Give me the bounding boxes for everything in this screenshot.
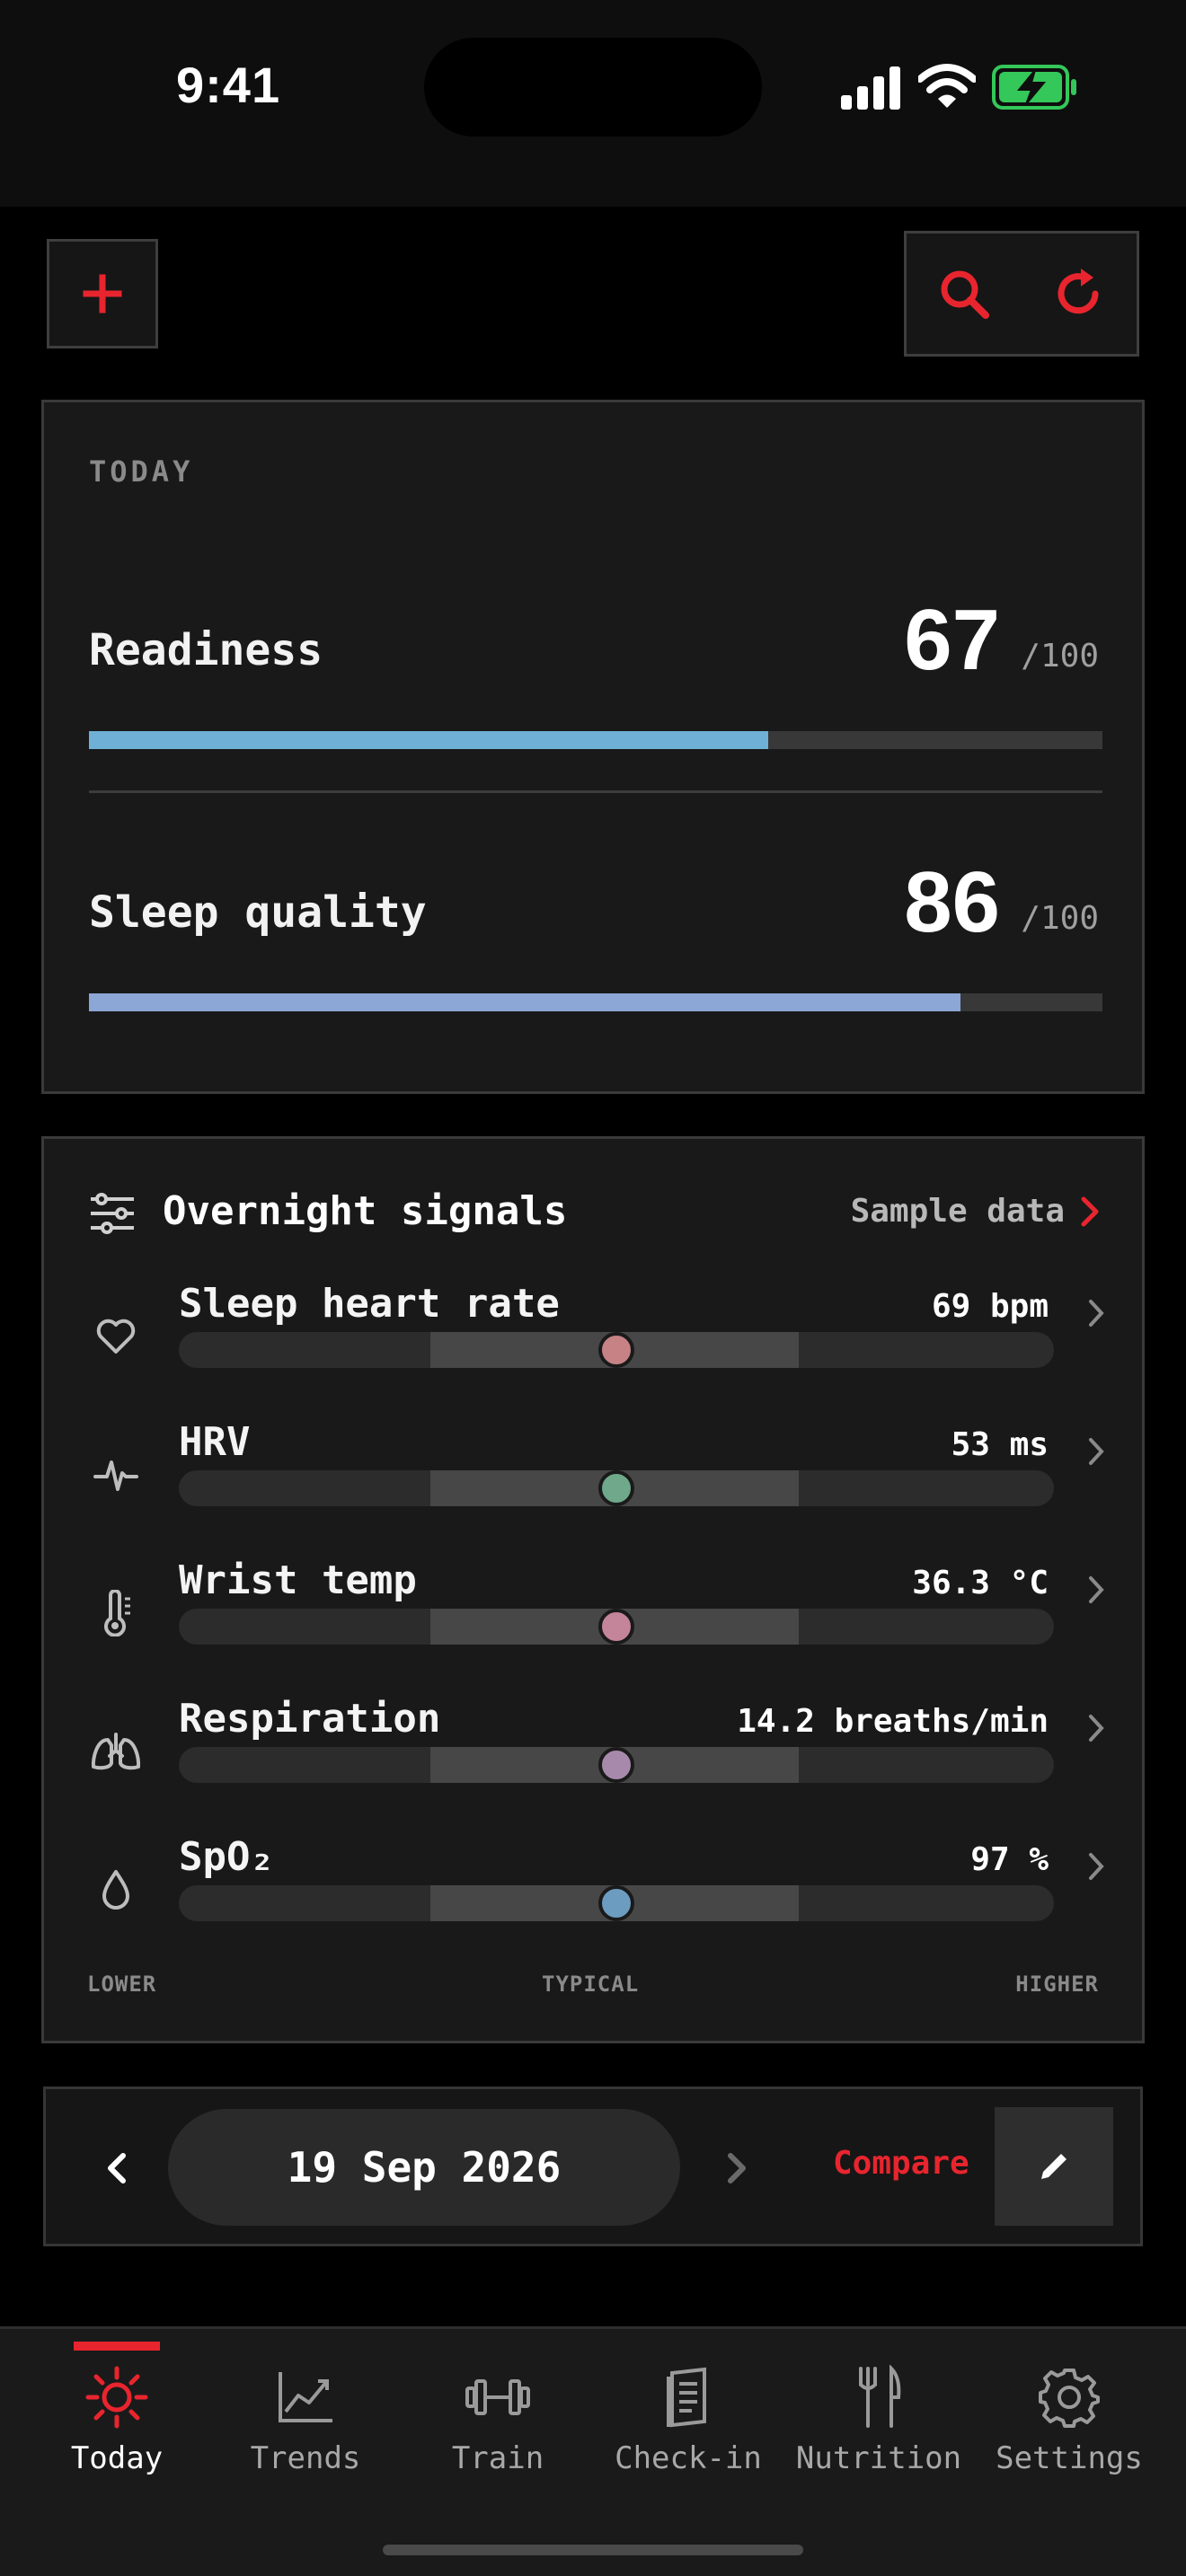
thermometer-icon [87,1584,145,1642]
cellular-signal-icon [841,66,900,110]
tab-label: Today [70,2440,164,2476]
signal-name: Respiration [179,1696,441,1742]
active-tab-indicator [74,2342,160,2351]
readiness-label: Readiness [89,625,323,675]
signal-range-track [179,1332,1054,1368]
signal-range-marker [598,1332,634,1368]
tab-trends[interactable]: Trends [210,2329,401,2491]
status-bar: 9:41 [0,0,1186,207]
overnight-signals-card: Overnight signals Sample data Sleep hear… [41,1136,1145,2043]
sleep-quality-bar-fill [89,993,961,1011]
lungs-icon [87,1723,145,1780]
signal-name: Wrist temp [179,1557,417,1603]
today-card: TODAY Readiness 67 /100 Sleep quality 86… [41,400,1145,1094]
tab-label: Nutrition [795,2440,962,2476]
readiness-max: /100 [1021,638,1099,675]
signal-row-hrv[interactable]: HRV 53 ms [44,1419,1147,1557]
tab-label: Train [451,2440,544,2476]
chevron-right-icon [1089,1853,1104,1880]
tab-train[interactable]: Train [403,2329,593,2491]
scale-lower-label: LOWER [87,1972,157,1997]
signal-row-spo2[interactable]: SpO₂ 97 % [44,1834,1147,1972]
signal-name: Sleep heart rate [179,1281,560,1327]
wifi-icon [918,64,976,108]
signal-value: 14.2 breaths/min [737,1703,1049,1740]
signal-range-marker [598,1885,634,1921]
chevron-right-icon [1081,1196,1099,1226]
divider [89,790,1102,793]
heart-icon [87,1308,145,1365]
status-time: 9:41 [176,57,281,113]
sun-icon [85,2366,148,2429]
battery-charging-icon [992,65,1076,110]
previous-day-button[interactable] [100,2136,132,2201]
signal-value: 53 ms [951,1426,1049,1463]
chevron-right-icon [1089,1300,1104,1327]
tab-nutrition[interactable]: Nutrition [783,2329,974,2491]
signal-value: 69 bpm [931,1288,1049,1325]
signal-range-marker [598,1609,634,1645]
signal-row-sleep-heart-rate[interactable]: Sleep heart rate 69 bpm [44,1281,1147,1419]
home-indicator [383,2545,803,2555]
tab-settings[interactable]: Settings [974,2329,1164,2491]
tab-today[interactable]: Today [22,2329,212,2491]
pulse-icon [87,1446,145,1504]
plus-icon [83,274,122,313]
chart-icon [279,2372,332,2422]
refresh-icon[interactable] [1052,267,1106,321]
sliders-icon [91,1193,134,1234]
signal-range-track [179,1885,1054,1921]
dynamic-island [424,38,762,137]
readiness-bar-fill [89,731,768,749]
drop-icon [87,1861,145,1919]
sleep-quality-label: Sleep quality [89,887,427,938]
section-today: TODAY [89,454,194,489]
dumbbell-icon [465,2379,530,2415]
tab-label: Trends [250,2440,361,2476]
pencil-icon [1041,2154,1067,2179]
scale-higher-label: HIGHER [1015,1972,1099,1997]
gear-icon [1039,2369,1100,2428]
sleep-quality-max: /100 [1021,900,1099,937]
search-icon[interactable] [937,267,991,321]
signal-value: 36.3 °C [912,1565,1049,1601]
sample-data-label: Sample data [850,1193,1065,1230]
tab-check-in[interactable]: Check-in [593,2329,783,2491]
readiness-value: 67 [904,592,1000,688]
signal-value: 97 % [970,1841,1049,1878]
sleep-quality-bar [89,993,1102,1011]
header-tools [904,231,1139,357]
overnight-signals-title: Overnight signals [163,1188,568,1234]
date-picker[interactable]: 19 Sep 2026 [168,2109,680,2226]
fork-knife-icon [859,2365,901,2428]
sample-data-link[interactable]: Sample data [851,1193,1099,1230]
signal-range-marker [598,1747,634,1783]
signal-name: SpO₂ [179,1834,274,1880]
date-navigator: 19 Sep 2026 Compare [43,2086,1143,2246]
signal-row-respiration[interactable]: Respiration 14.2 breaths/min [44,1696,1147,1834]
next-day-button[interactable] [721,2136,754,2201]
add-button[interactable] [47,239,158,348]
chevron-right-icon [1089,1715,1104,1742]
signal-range-track [179,1747,1054,1783]
edit-button[interactable] [995,2107,1113,2226]
tab-label: Check-in [615,2440,762,2476]
chevron-right-icon [1089,1438,1104,1465]
signal-range-track [179,1470,1054,1506]
compare-button[interactable]: Compare [833,2145,969,2182]
journal-icon [667,2367,706,2428]
signal-range-track [179,1609,1054,1645]
signal-row-wrist-temp[interactable]: Wrist temp 36.3 °C [44,1557,1147,1696]
sleep-quality-value: 86 [904,854,1000,950]
readiness-bar [89,731,1102,749]
chevron-right-icon [1089,1576,1104,1603]
signal-range-marker [598,1470,634,1506]
tab-bar: Today Trends Train Check-in Nutrition Se… [0,2326,1186,2576]
tab-label: Settings [996,2440,1143,2476]
signal-name: HRV [179,1419,251,1465]
scale-typical-label: TYPICAL [542,1972,640,1997]
